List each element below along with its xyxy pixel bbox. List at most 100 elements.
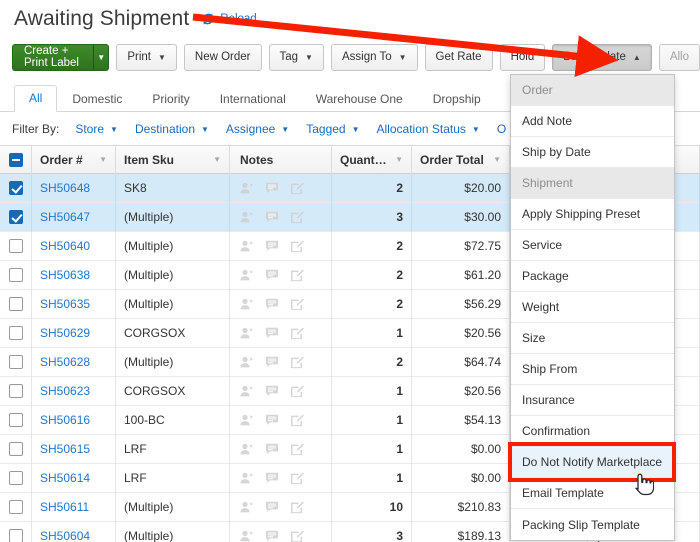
cell-order-number[interactable]: SH50635 — [32, 289, 116, 319]
row-checkbox[interactable] — [8, 268, 23, 282]
filter-tagged[interactable]: Tagged ▼ — [299, 122, 366, 136]
order-number-link[interactable]: SH50615 — [40, 442, 90, 456]
note-icon[interactable] — [265, 327, 279, 339]
sort-icon[interactable]: ▼ — [493, 155, 501, 164]
row-checkbox[interactable] — [8, 239, 23, 253]
note-icon[interactable] — [265, 298, 279, 310]
cell-order-number[interactable]: SH50623 — [32, 376, 116, 406]
assignee-icon[interactable] — [240, 211, 254, 223]
note-icon[interactable] — [265, 385, 279, 397]
cell-order-number[interactable]: SH50604 — [32, 521, 116, 542]
column-header-item-sku[interactable]: Item Sku ▼ — [116, 145, 230, 174]
cell-order-number[interactable]: SH50611 — [32, 492, 116, 522]
assign-to-button[interactable]: Assign To ▼ — [330, 43, 418, 71]
cell-notes[interactable] — [230, 260, 332, 290]
cell-notes[interactable] — [230, 492, 332, 522]
edit-icon[interactable] — [290, 385, 304, 398]
tab-international[interactable]: International — [205, 86, 301, 112]
row-select-cell[interactable] — [0, 202, 32, 232]
edit-icon[interactable] — [290, 269, 304, 282]
tab-dropship[interactable]: Dropship — [418, 86, 496, 112]
order-number-link[interactable]: SH50616 — [40, 413, 90, 427]
order-number-link[interactable]: SH50623 — [40, 384, 90, 398]
cell-order-number[interactable]: SH50616 — [32, 405, 116, 435]
menu-item[interactable]: Ship by Date — [511, 137, 674, 168]
row-checkbox[interactable] — [8, 384, 23, 398]
edit-icon[interactable] — [290, 472, 304, 485]
sort-icon[interactable]: ▼ — [395, 155, 403, 164]
create-print-label-caret[interactable]: ▼ — [94, 43, 110, 71]
note-icon[interactable] — [265, 356, 279, 368]
edit-icon[interactable] — [290, 211, 304, 224]
menu-item[interactable]: Add Note — [511, 106, 674, 137]
row-select-cell[interactable] — [0, 318, 32, 348]
assignee-icon[interactable] — [240, 472, 254, 484]
row-select-cell[interactable] — [0, 347, 32, 377]
row-select-cell[interactable] — [0, 289, 32, 319]
note-icon[interactable] — [265, 240, 279, 252]
assignee-icon[interactable] — [240, 182, 254, 194]
row-checkbox[interactable] — [8, 500, 23, 514]
cell-order-number[interactable]: SH50629 — [32, 318, 116, 348]
cell-order-number[interactable]: SH50647 — [32, 202, 116, 232]
assignee-icon[interactable] — [240, 414, 254, 426]
edit-icon[interactable] — [290, 356, 304, 369]
allocate-button[interactable]: Allo — [658, 43, 700, 71]
note-icon[interactable] — [265, 530, 279, 542]
menu-item[interactable]: Ship From — [511, 354, 674, 385]
assignee-icon[interactable] — [240, 443, 254, 455]
create-print-label-button[interactable]: Create + Print Label — [12, 43, 95, 71]
row-select-cell[interactable] — [0, 376, 32, 406]
cell-notes[interactable] — [230, 289, 332, 319]
order-number-link[interactable]: SH50647 — [40, 210, 90, 224]
cell-notes[interactable] — [230, 347, 332, 377]
row-checkbox[interactable] — [8, 181, 23, 195]
tab-priority[interactable]: Priority — [137, 86, 204, 112]
order-number-link[interactable]: SH50635 — [40, 297, 90, 311]
row-checkbox[interactable] — [8, 471, 23, 485]
assignee-icon[interactable] — [240, 240, 254, 252]
tab-warehouse-one[interactable]: Warehouse One — [301, 86, 418, 112]
cell-order-number[interactable]: SH50638 — [32, 260, 116, 290]
row-checkbox[interactable] — [8, 210, 23, 224]
row-checkbox[interactable] — [8, 442, 23, 456]
create-print-label-group[interactable]: Create + Print Label ▼ — [12, 43, 110, 71]
filter-allocation-status[interactable]: Allocation Status ▼ — [370, 122, 487, 136]
cell-notes[interactable] — [230, 318, 332, 348]
cell-notes[interactable] — [230, 231, 332, 261]
filter-store[interactable]: Store ▼ — [68, 122, 125, 136]
row-select-cell[interactable] — [0, 173, 32, 203]
row-select-cell[interactable] — [0, 521, 32, 542]
cell-order-number[interactable]: SH50614 — [32, 463, 116, 493]
tab-domestic[interactable]: Domestic — [57, 86, 137, 112]
column-header-order-total[interactable]: Order Total ▼ — [412, 145, 510, 174]
order-number-link[interactable]: SH50648 — [40, 181, 90, 195]
cell-notes[interactable] — [230, 405, 332, 435]
edit-icon[interactable] — [290, 298, 304, 311]
cell-notes[interactable] — [230, 202, 332, 232]
sort-icon[interactable]: ▼ — [213, 155, 221, 164]
note-icon[interactable] — [265, 182, 279, 194]
cell-order-number[interactable]: SH50615 — [32, 434, 116, 464]
order-number-link[interactable]: SH50604 — [40, 529, 90, 542]
edit-icon[interactable] — [290, 240, 304, 253]
note-icon[interactable] — [265, 414, 279, 426]
row-select-cell[interactable] — [0, 434, 32, 464]
menu-item[interactable]: Package — [511, 261, 674, 292]
column-header-quantity[interactable]: Quant… ▼ — [332, 145, 412, 174]
note-icon[interactable] — [265, 501, 279, 513]
assignee-icon[interactable] — [240, 269, 254, 281]
order-number-link[interactable]: SH50614 — [40, 471, 90, 485]
assignee-icon[interactable] — [240, 327, 254, 339]
row-checkbox[interactable] — [8, 326, 23, 340]
column-header-notes[interactable]: Notes — [230, 145, 332, 174]
assignee-icon[interactable] — [240, 298, 254, 310]
assignee-icon[interactable] — [240, 501, 254, 513]
cell-order-number[interactable]: SH50648 — [32, 173, 116, 203]
select-all-checkbox[interactable] — [8, 152, 23, 167]
note-icon[interactable] — [265, 443, 279, 455]
row-checkbox[interactable] — [8, 413, 23, 427]
cell-notes[interactable] — [230, 434, 332, 464]
reload-control[interactable]: Reload — [201, 12, 257, 26]
menu-item[interactable]: Apply Shipping Preset — [511, 199, 674, 230]
